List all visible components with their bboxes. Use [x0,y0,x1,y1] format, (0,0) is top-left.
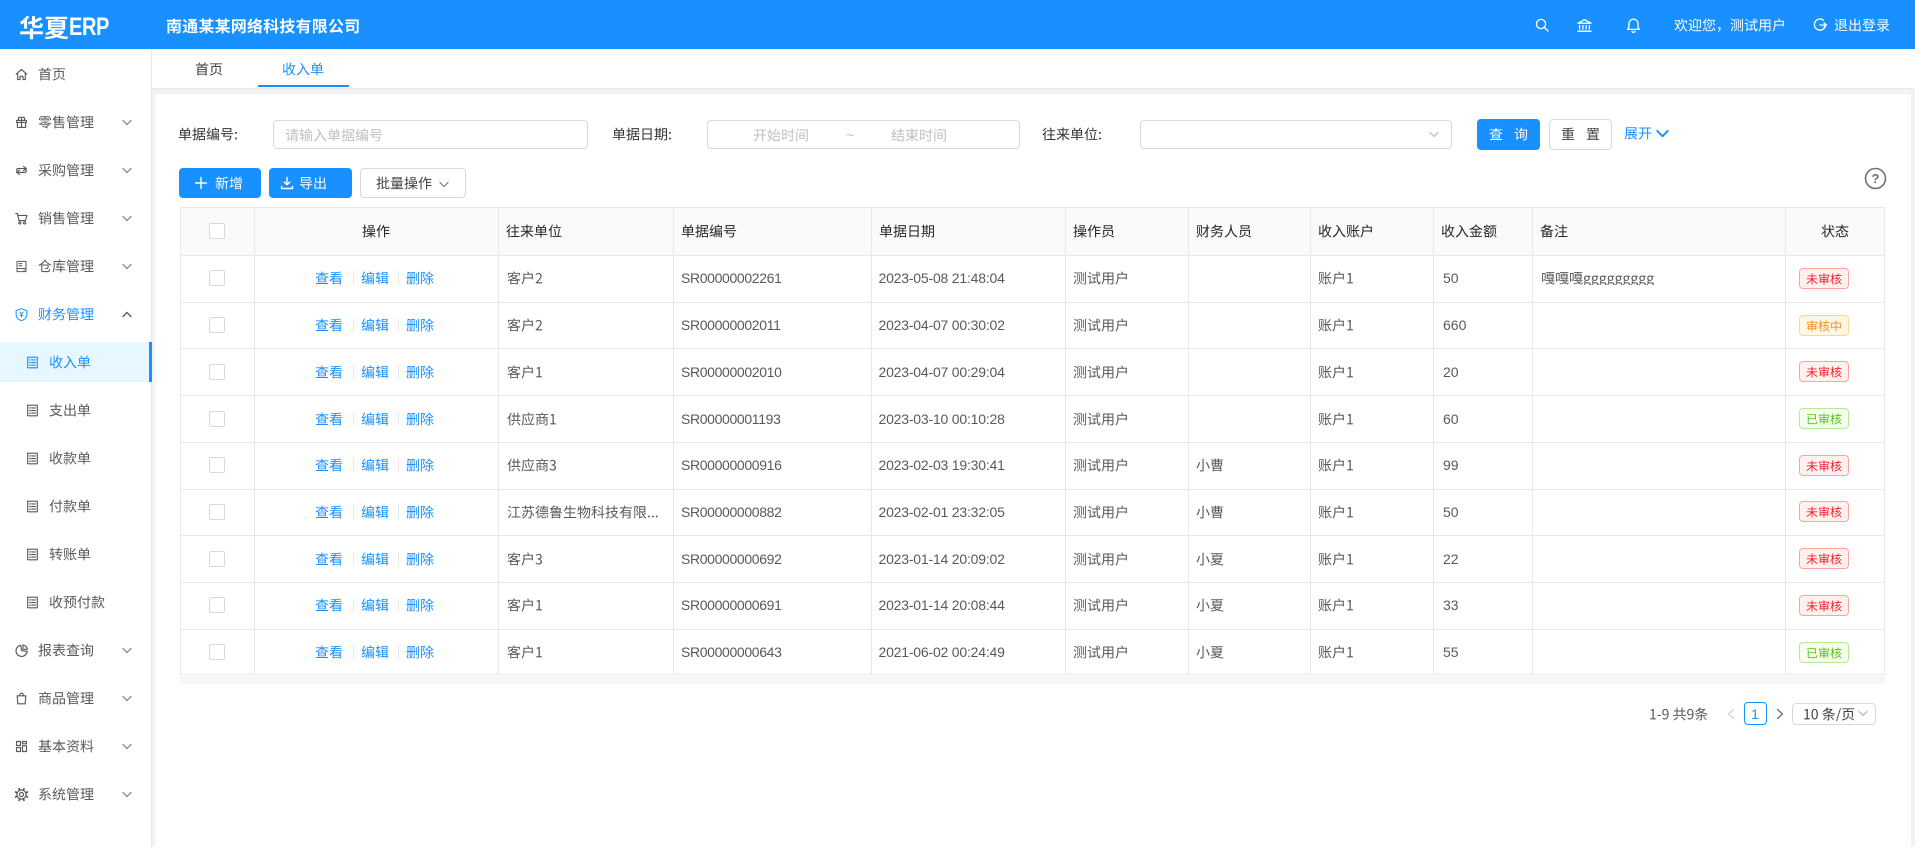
svg-text:?: ? [1872,171,1880,186]
